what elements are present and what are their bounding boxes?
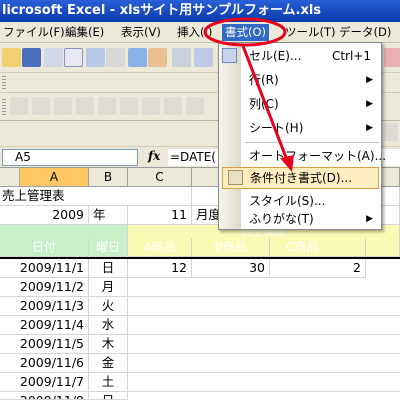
menu-item-furigana[interactable]: ふりがな(T) ▶ xyxy=(241,208,379,230)
spelling-icon[interactable] xyxy=(128,48,147,67)
select-all-corner[interactable] xyxy=(0,168,20,187)
previous-comment-icon[interactable] xyxy=(98,97,116,115)
month-cell[interactable]: 11 xyxy=(128,206,192,225)
sheet-title[interactable]: 売上管理表 xyxy=(0,187,128,206)
table-row-weekday[interactable]: 水 xyxy=(89,316,128,335)
menu-item-label: 条件付き書式(D)... xyxy=(250,171,353,185)
menu-file[interactable]: ファイル(F) xyxy=(0,24,68,41)
next-comment-icon[interactable] xyxy=(76,97,94,115)
table-row-weekday[interactable]: 土 xyxy=(89,373,128,392)
print-icon[interactable] xyxy=(86,48,105,67)
cell[interactable] xyxy=(128,187,192,206)
submenu-arrow-icon: ▶ xyxy=(366,99,373,109)
menu-item-label: セル(E)... xyxy=(249,49,302,63)
menu-item-conditional-formatting[interactable]: 条件付き書式(D)... xyxy=(222,167,379,189)
submenu-arrow-icon: ▶ xyxy=(366,75,373,85)
table-row-weekday[interactable]: 金 xyxy=(89,354,128,373)
table-row-weekday[interactable]: 月 xyxy=(89,278,128,297)
print-preview-icon[interactable] xyxy=(106,48,125,67)
menu-item-autoformat[interactable]: オートフォーマット(A)... xyxy=(241,145,386,167)
comment-icon[interactable] xyxy=(54,97,72,115)
sort-icon[interactable] xyxy=(384,48,400,67)
menu-item-label: 行(R) xyxy=(249,73,279,87)
table-row-weekday[interactable]: 日 xyxy=(89,392,128,400)
year-cell[interactable]: 2009 xyxy=(0,206,89,225)
ink-icon[interactable] xyxy=(164,97,182,115)
format-cells-icon xyxy=(222,48,237,63)
menu-data[interactable]: データ(D) xyxy=(336,24,394,41)
table-row-date[interactable]: 2009/11/7 xyxy=(0,373,89,392)
table-row-c[interactable]: 2 xyxy=(270,259,366,278)
column-header-a[interactable]: A xyxy=(20,168,89,187)
format-menu: セル(E)... Ctrl+1 行(R) ▶ 列(C) ▶ シート(H) ▶ オ… xyxy=(218,42,386,230)
weekday-header[interactable]: 曜日 xyxy=(89,238,128,257)
toolbar-options-icon[interactable] xyxy=(384,123,398,141)
c-item-header[interactable]: C商品 xyxy=(270,238,366,257)
submenu-arrow-icon: ▶ xyxy=(366,123,373,133)
permission-icon[interactable] xyxy=(44,48,63,67)
menu-item-shortcut: Ctrl+1 xyxy=(331,49,371,63)
menu-item-label: 列(C) xyxy=(249,97,279,111)
mail-icon[interactable] xyxy=(64,48,83,67)
menu-item-label: オートフォーマット(A)... xyxy=(249,149,387,163)
table-row-a[interactable]: 12 xyxy=(128,259,192,278)
column-header-b[interactable]: B xyxy=(89,168,128,187)
menu-item-label: シート(H) xyxy=(249,121,304,135)
table-row-weekday[interactable]: 火 xyxy=(89,297,128,316)
a-item-header[interactable]: A商品 xyxy=(128,238,192,257)
review-icon[interactable] xyxy=(32,97,50,115)
menu-tools[interactable]: ツール(T) xyxy=(282,24,339,41)
empty-grid-area[interactable] xyxy=(128,278,400,400)
menu-item-sheet[interactable]: シート(H) ▶ xyxy=(241,117,379,139)
toolbar-grip[interactable] xyxy=(2,99,6,115)
open-icon[interactable] xyxy=(2,48,21,67)
table-row-date[interactable]: 2009/11/8 xyxy=(0,392,89,400)
menu-bar: ファイル(F) 編集(E) 表示(V) 挿入(I) 書式(O) ツール(T) デ… xyxy=(0,22,400,43)
window-title: licrosoft Excel - xlsサイト用サンプルフォーム.xls xyxy=(0,0,400,22)
menu-item-label: スタイル(S)... xyxy=(249,194,326,208)
menu-format[interactable]: 書式(O) xyxy=(222,24,270,41)
track-icon[interactable] xyxy=(10,97,28,115)
menu-insert[interactable]: 挿入(I) xyxy=(174,24,215,41)
save-icon[interactable] xyxy=(22,48,41,67)
name-box[interactable]: A5 xyxy=(2,149,138,166)
menu-separator xyxy=(245,142,379,143)
table-row-date[interactable]: 2009/11/5 xyxy=(0,335,89,354)
table-row-b[interactable]: 30 xyxy=(192,259,270,278)
b-item-header[interactable]: B商品 xyxy=(192,238,270,257)
menu-item-label: ふりがな(T) xyxy=(249,212,314,226)
research-icon[interactable] xyxy=(148,48,167,67)
menu-item-cells[interactable]: セル(E)... Ctrl+1 xyxy=(222,45,379,67)
year-unit-cell[interactable]: 年 xyxy=(89,206,128,225)
header-fill xyxy=(0,225,128,238)
more-columns-marker: ::: xyxy=(366,238,400,257)
table-row-date[interactable]: 2009/11/2 xyxy=(0,278,89,297)
table-row-date[interactable]: 2009/11/6 xyxy=(0,354,89,373)
submenu-arrow-icon: ▶ xyxy=(366,214,373,224)
table-row-date[interactable]: 2009/11/3 xyxy=(0,297,89,316)
menu-view[interactable]: 表示(V) xyxy=(118,24,164,41)
table-row-weekday[interactable]: 木 xyxy=(89,335,128,354)
table-row-date[interactable]: 2009/11/4 xyxy=(0,316,89,335)
menu-icon-strip xyxy=(219,43,241,229)
column-header-c[interactable]: C xyxy=(128,168,192,187)
menu-edit[interactable]: 編集(E) xyxy=(62,24,107,41)
copy-icon[interactable] xyxy=(194,48,213,67)
end-review-icon[interactable] xyxy=(186,97,204,115)
cut-icon[interactable] xyxy=(172,48,191,67)
toolbar-grip[interactable] xyxy=(2,76,6,90)
show-comments-icon[interactable] xyxy=(120,97,138,115)
menu-item-row[interactable]: 行(R) ▶ xyxy=(241,69,379,91)
menu-item-column[interactable]: 列(C) ▶ xyxy=(241,93,379,115)
table-row-weekday[interactable]: 日 xyxy=(89,259,128,278)
function-icon[interactable]: fx xyxy=(148,149,160,163)
table-row-date[interactable]: 2009/11/1 xyxy=(0,259,89,278)
delete-comment-icon[interactable] xyxy=(142,97,160,115)
date-header[interactable]: 日付 xyxy=(0,238,89,257)
conditional-format-icon xyxy=(228,170,243,185)
